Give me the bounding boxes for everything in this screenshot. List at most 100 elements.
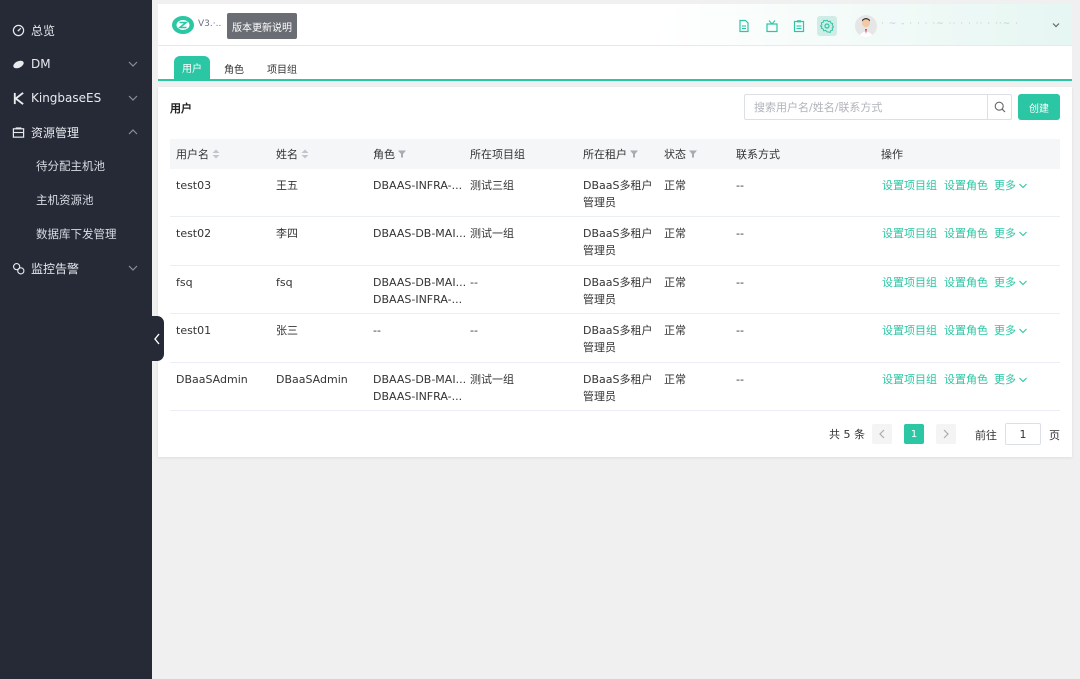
cell-status: 正常: [664, 275, 686, 289]
filter-icon[interactable]: [398, 150, 406, 158]
column-header-project: 所在项目组: [470, 139, 525, 169]
more-dropdown[interactable]: 更多: [994, 177, 1028, 194]
table-row: fsq fsq DBAAS-DB-MAI... DBAAS-INFRA-... -- DB…: [170, 266, 1060, 315]
cell-tenant-line: DBaaS多租户: [583, 324, 653, 338]
pagination-goto-label: 前往: [975, 429, 997, 442]
tab-project-groups[interactable]: 项目组: [264, 57, 300, 79]
set-role-link[interactable]: 设置角色: [944, 225, 988, 242]
version-notes-button[interactable]: 版本更新说明: [227, 13, 297, 39]
search-input[interactable]: [745, 95, 985, 119]
chevron-down-icon: [1016, 179, 1028, 192]
table-header: 用户名 姓名 角色 所在项目组 所在租户 状态 联系方式 操作: [170, 139, 1060, 169]
more-dropdown[interactable]: 更多: [994, 371, 1028, 388]
set-role-link[interactable]: 设置角色: [944, 274, 988, 291]
search-box: [744, 94, 1012, 120]
sort-icon[interactable]: [212, 149, 220, 159]
create-button[interactable]: 创建: [1018, 94, 1060, 120]
cell-role-line: DBAAS-INFRA-...: [373, 179, 463, 192]
column-header-tenant[interactable]: 所在租户: [583, 139, 638, 169]
table-row: test02 李四 DBAAS-DB-MAI... 测试一组 DBaaS多租户 管理员 正常…: [170, 217, 1060, 266]
pagination-goto-input[interactable]: [1005, 423, 1041, 445]
cell-project: 测试三组: [470, 179, 514, 192]
dashboard-icon: [11, 23, 25, 37]
sidebar-subitem-unassigned-hosts[interactable]: 待分配主机池: [0, 149, 152, 183]
set-project-link[interactable]: 设置项目组: [882, 322, 937, 339]
column-header-status[interactable]: 状态: [664, 139, 697, 169]
document-icon[interactable]: [734, 16, 754, 36]
cell-role: DBAAS-DB-MAI... DBAAS-INFRA-...: [373, 371, 466, 405]
search-button[interactable]: [987, 95, 1011, 119]
cell-contact: --: [736, 227, 744, 241]
cell-tenant: DBaaS多租户 管理员: [583, 177, 652, 211]
sort-icon[interactable]: [301, 149, 309, 159]
avatar[interactable]: [855, 15, 877, 37]
sidebar-collapse-button[interactable]: [150, 316, 164, 361]
tabs-underline: [158, 79, 1072, 81]
pagination-total: 共 5 条: [829, 428, 865, 441]
set-project-link[interactable]: 设置项目组: [882, 225, 937, 242]
settings-gear-icon[interactable]: [817, 16, 837, 36]
sidebar-item-monitor[interactable]: 监控告警: [0, 251, 152, 285]
cell-tenant: DBaaS多租户 管理员: [583, 225, 652, 259]
column-label: 用户名: [176, 148, 209, 161]
filter-icon[interactable]: [689, 150, 697, 158]
cell-project: 测试一组: [470, 227, 514, 241]
search-icon: [994, 101, 1005, 113]
chevron-down-icon: [1016, 276, 1028, 289]
sidebar-item-resource[interactable]: 资源管理: [0, 115, 152, 149]
cell-name: 王五: [276, 179, 298, 192]
column-label: 联系方式: [736, 148, 780, 161]
tab-users[interactable]: 用户: [174, 56, 210, 79]
cell-project: --: [470, 324, 478, 338]
cell-role-line: DBAAS-DB-MAI...: [373, 372, 467, 386]
set-role-link[interactable]: 设置角色: [944, 322, 988, 339]
pagination-prev-button[interactable]: [872, 424, 892, 444]
tv-icon[interactable]: [762, 16, 782, 36]
column-header-username[interactable]: 用户名: [176, 139, 220, 169]
chevron-down-icon: [1016, 227, 1028, 240]
sidebar-item-dm[interactable]: DM: [0, 47, 152, 81]
pagination-next-button[interactable]: [936, 424, 956, 444]
more-dropdown[interactable]: 更多: [994, 274, 1028, 291]
cell-tenant-line: 管理员: [583, 292, 616, 306]
column-label: 姓名: [276, 148, 298, 161]
set-project-link[interactable]: 设置项目组: [882, 274, 937, 291]
column-label: 所在项目组: [470, 148, 525, 161]
resource-icon: [11, 125, 25, 139]
cell-tenant-line: DBaaS多租户: [583, 179, 653, 192]
clipboard-icon[interactable]: [789, 16, 809, 36]
cell-username: DBaaSAdmin: [176, 372, 248, 386]
cell-username: fsq: [176, 275, 193, 289]
set-role-link[interactable]: 设置角色: [944, 177, 988, 194]
sidebar-item-label: 资源管理: [31, 125, 80, 140]
chevron-down-icon: [1016, 324, 1028, 337]
cell-tenant-line: DBaaS多租户: [583, 275, 653, 289]
cell-name: 李四: [276, 227, 298, 241]
chevron-down-icon[interactable]: [1051, 20, 1061, 30]
sidebar-subitem-db-deploy[interactable]: 数据库下发管理: [0, 217, 152, 251]
table-row: test01 张三 -- -- DBaaS多租户 管理员 正常 -- 设置项目组 设置角色 更多: [170, 314, 1060, 363]
column-header-role[interactable]: 角色: [373, 139, 406, 169]
set-project-link[interactable]: 设置项目组: [882, 371, 937, 388]
sidebar-item-label: 总览: [31, 23, 56, 38]
column-header-name[interactable]: 姓名: [276, 139, 309, 169]
cell-tenant-line: 管理员: [583, 389, 616, 403]
sidebar-item-label: DM: [31, 57, 51, 71]
set-project-link[interactable]: 设置项目组: [882, 177, 937, 194]
pagination-page[interactable]: 1: [904, 424, 924, 444]
sidebar-item-overview[interactable]: 总览: [0, 13, 152, 47]
dm-icon: [11, 57, 25, 71]
user-name[interactable]: · ~ - · · · ·~ ·· · · ·· · ··~ ·: [881, 19, 1051, 31]
chevron-left-icon: [879, 429, 885, 439]
sidebar-subitem-host-pool[interactable]: 主机资源池: [0, 183, 152, 217]
sidebar-item-kingbasees[interactable]: KingbaseES: [0, 81, 152, 115]
cell-role-line: DBAAS-INFRA-...: [373, 292, 463, 306]
sidebar-subitem-label: 主机资源池: [36, 193, 94, 207]
cell-status: 正常: [664, 372, 686, 386]
more-label: 更多: [994, 324, 1016, 338]
filter-icon[interactable]: [630, 150, 638, 158]
more-dropdown[interactable]: 更多: [994, 225, 1028, 242]
more-dropdown[interactable]: 更多: [994, 322, 1028, 339]
tab-roles[interactable]: 角色: [220, 57, 248, 79]
set-role-link[interactable]: 设置角色: [944, 371, 988, 388]
